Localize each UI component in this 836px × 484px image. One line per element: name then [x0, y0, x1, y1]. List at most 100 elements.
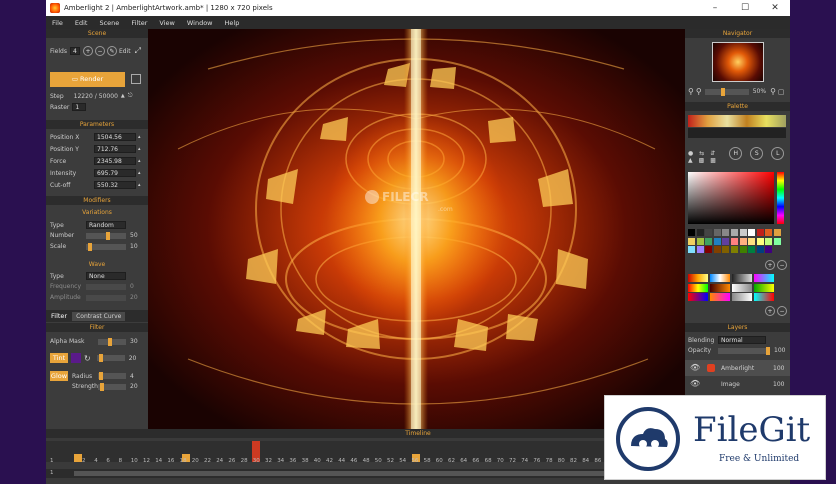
color-swatch[interactable] [713, 229, 721, 236]
hue-button[interactable]: H [729, 147, 743, 160]
layer-item-amberlight[interactable]: 👁 Amberlight 100 [685, 360, 790, 376]
palette-gradient-bar[interactable] [688, 115, 786, 127]
number-slider[interactable] [86, 231, 126, 240]
color-swatch[interactable] [722, 246, 730, 254]
layer-visibility-icon[interactable]: 👁 [690, 379, 700, 388]
parameter-input[interactable]: 2345.98 [94, 157, 136, 165]
tab-contrast-curve[interactable]: Contrast Curve [72, 311, 126, 321]
step-spin-icon[interactable]: ▲ [121, 93, 125, 99]
hue-slider[interactable] [777, 172, 784, 224]
opacity-slider[interactable] [718, 346, 770, 355]
parameter-input[interactable]: 1504.56 [94, 133, 136, 141]
menu-file[interactable]: File [46, 19, 69, 27]
render-canvas[interactable]: FILECR .com [148, 29, 685, 429]
color-swatch[interactable] [765, 237, 773, 245]
copy-palette-icon[interactable]: ▩ [699, 157, 705, 164]
color-swatch[interactable] [731, 237, 738, 245]
refresh-icon[interactable]: ↻ [84, 354, 91, 363]
tint-knob[interactable] [98, 354, 103, 362]
menu-window[interactable]: Window [181, 19, 219, 27]
gradient-preset[interactable] [688, 283, 708, 292]
gradient-preset[interactable] [710, 274, 730, 282]
remove-field-icon[interactable]: − [94, 46, 105, 56]
color-swatch[interactable] [739, 246, 747, 254]
strength-slider[interactable] [98, 382, 126, 391]
opacity-knob[interactable] [766, 346, 770, 355]
gradient-preset[interactable] [732, 274, 752, 282]
palette-sort-icon[interactable]: ⇵ [710, 150, 715, 157]
step-total[interactable]: 50000 [99, 93, 118, 100]
radius-knob[interactable] [99, 372, 103, 380]
scale-slider[interactable] [86, 242, 126, 251]
number-value[interactable]: 50 [130, 232, 138, 239]
color-swatch[interactable] [731, 229, 738, 236]
color-swatch[interactable] [713, 246, 721, 254]
parameter-input[interactable]: 695.79 [94, 169, 136, 177]
add-field-icon[interactable]: + [82, 46, 93, 56]
add-swatch-icon[interactable]: + [765, 260, 775, 270]
edit-field-icon[interactable]: ✎ [106, 46, 117, 56]
amplitude-value[interactable]: 20 [130, 294, 138, 301]
glow-toggle[interactable]: Glow [50, 371, 68, 381]
radius-value[interactable]: 4 [130, 373, 134, 380]
spin-icon[interactable]: ▴ [138, 158, 141, 164]
parameter-input[interactable]: 550.32 [94, 181, 136, 189]
blending-select[interactable]: Normal [718, 336, 766, 344]
palette-node-icon[interactable]: ● [688, 150, 693, 157]
gradient-preset[interactable] [710, 283, 730, 292]
zoom-knob[interactable] [720, 87, 725, 96]
render-settings-icon[interactable] [131, 74, 141, 84]
color-swatch[interactable] [756, 229, 764, 236]
variation-type-select[interactable]: Random [86, 221, 126, 229]
color-swatch[interactable] [765, 246, 773, 254]
gradient-mode-icon[interactable]: ▲ [688, 157, 693, 164]
zoom-out-icon[interactable]: ⚲ [688, 87, 694, 96]
wave-type-select[interactable]: None [86, 272, 126, 280]
fields-input[interactable]: 4 [69, 47, 80, 55]
menu-help[interactable]: Help [219, 19, 246, 27]
tab-filter[interactable]: Filter [46, 312, 72, 320]
color-swatch[interactable] [722, 237, 730, 245]
menu-view[interactable]: View [153, 19, 180, 27]
menu-filter[interactable]: Filter [125, 19, 153, 27]
menu-edit[interactable]: Edit [69, 19, 94, 27]
color-swatch[interactable] [705, 246, 713, 254]
alpha-mask-value[interactable]: 30 [130, 338, 138, 345]
layer-visibility-icon[interactable]: 👁 [690, 363, 700, 372]
shuffle-icon[interactable]: ⤢ [135, 46, 141, 56]
alpha-mask-slider[interactable] [98, 337, 126, 346]
color-swatch[interactable] [748, 246, 756, 254]
zoom-slider[interactable] [704, 87, 749, 96]
color-swatch[interactable] [748, 237, 756, 245]
opacity-value[interactable]: 100 [774, 347, 785, 354]
color-swatch[interactable] [688, 246, 695, 254]
minimize-button[interactable]: – [700, 0, 730, 16]
remove-preset-icon[interactable]: − [777, 306, 787, 316]
color-swatch[interactable] [705, 237, 713, 245]
tint-toggle[interactable]: Tint [50, 353, 68, 363]
maximize-button[interactable]: ☐ [730, 0, 760, 16]
strength-value[interactable]: 20 [130, 383, 138, 390]
scale-value[interactable]: 10 [130, 243, 138, 250]
keyframe-marker[interactable] [74, 454, 82, 462]
headphones-icon[interactable]: ⎋ [128, 92, 133, 100]
spin-icon[interactable]: ▴ [138, 146, 141, 152]
frequency-value[interactable]: 0 [130, 283, 134, 290]
gradient-preset[interactable] [688, 293, 708, 301]
palette-stops[interactable] [688, 128, 786, 138]
number-slider-knob[interactable] [105, 231, 110, 240]
add-preset-icon[interactable]: + [765, 306, 775, 316]
color-swatch[interactable] [774, 237, 781, 245]
color-swatch[interactable] [731, 246, 738, 254]
gradient-preset[interactable] [710, 293, 730, 301]
gradient-preset[interactable] [754, 274, 774, 282]
save-palette-icon[interactable]: ▩ [710, 157, 716, 164]
edit-label[interactable]: Edit [119, 48, 131, 55]
zoom-fit-icon[interactable]: ⚲ [770, 87, 776, 96]
raster-select[interactable]: 1 [72, 103, 87, 111]
spin-icon[interactable]: ▴ [138, 134, 141, 140]
color-swatch[interactable] [696, 237, 704, 245]
gradient-preset[interactable] [754, 293, 774, 301]
strength-knob[interactable] [100, 382, 104, 391]
color-swatch[interactable] [739, 237, 747, 245]
